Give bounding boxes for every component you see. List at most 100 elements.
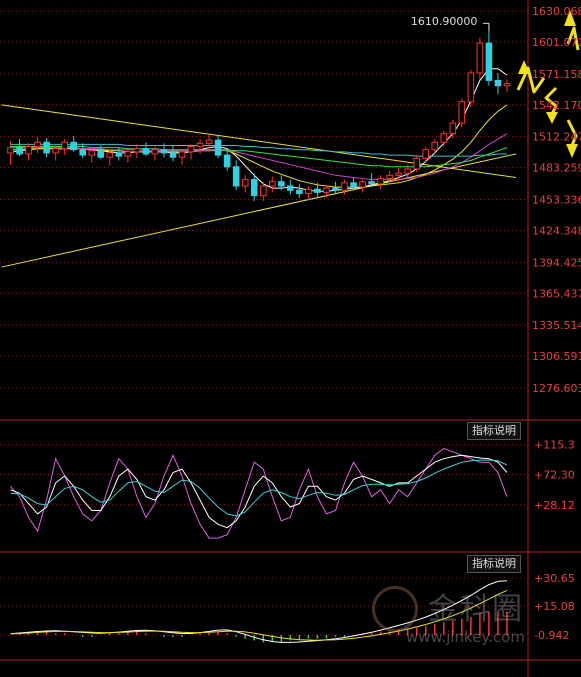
candle-body (422, 149, 430, 159)
candlestick (332, 181, 339, 195)
candle-body (70, 141, 77, 151)
candle-body (124, 151, 132, 157)
candle-body (97, 150, 105, 158)
price-axis-label: 1601.071 (532, 36, 581, 49)
candle-body (458, 101, 466, 124)
candle-body (250, 179, 258, 197)
candle-body (52, 148, 59, 154)
candle-body (413, 157, 421, 170)
chart-root: 1630.068 1601.071 1571.158 1542.170 1512.247… (0, 0, 581, 677)
candle-body (115, 152, 123, 157)
osc-axis-label: +28.12 (534, 499, 575, 512)
candle-body (61, 141, 68, 150)
macd-axis-label: +30.65 (534, 572, 575, 585)
candle-body (34, 141, 41, 148)
price-axis-label: 1335.514 (532, 319, 581, 332)
candlestick (142, 142, 150, 157)
watermark: 金科圈 www.jinkey.com (358, 578, 538, 658)
price-axis-label: 1306.591 (532, 350, 581, 363)
y-axis-labels: 1630.068 1601.071 1571.158 1542.170 1512.247… (532, 5, 581, 642)
osc-axis-label: +115.3 (534, 439, 575, 452)
watermark-brand: 金科圈 (428, 592, 524, 627)
candle-body (305, 188, 312, 194)
price-axis-label: 1483.259 (532, 162, 581, 175)
candle-body (296, 189, 303, 194)
indicator-help-button[interactable]: 指标说明 (467, 555, 521, 573)
candlestick (287, 179, 294, 195)
candle-body (7, 147, 14, 154)
candle-body (259, 185, 267, 197)
candle-body (232, 166, 240, 187)
candlestick (458, 98, 466, 128)
candle-body (440, 133, 448, 143)
candlestick (79, 143, 87, 159)
indicator-help-button[interactable]: 指标说明 (467, 422, 521, 440)
price-axis-label: 1453.336 (532, 193, 581, 206)
candle-body (377, 178, 384, 185)
panel-frames (0, 0, 581, 677)
candle-body (133, 148, 141, 153)
candle-body (503, 83, 511, 87)
candle-body (323, 187, 330, 193)
candle-body (476, 42, 484, 74)
candle-body (278, 181, 285, 187)
candlestick (34, 136, 41, 153)
arrow-head-icon (566, 144, 578, 158)
trendline (1, 104, 517, 178)
candle-body (431, 141, 439, 151)
candle-body (485, 42, 493, 81)
watermark-url: www.jinkey.com (406, 628, 525, 646)
candlestick (467, 69, 475, 108)
price-axis-label: 1276.603 (532, 382, 581, 395)
candle-body (178, 151, 186, 158)
moving-average-lines (10, 68, 508, 192)
candle-body (169, 152, 177, 158)
candlestick (187, 144, 195, 160)
candlestick (268, 176, 276, 193)
candle-body (449, 122, 457, 135)
osc-axis-label: +72.30 (534, 468, 575, 481)
price-axis-label: 1424.348 (532, 224, 581, 237)
candle-body (16, 147, 23, 155)
candle-body (368, 181, 375, 185)
candle-body (494, 79, 502, 87)
candle-body (314, 188, 321, 193)
candle-body (196, 142, 204, 148)
candlestick (214, 135, 222, 159)
peak-price-label: 1610.90000 (410, 15, 478, 29)
candlestick (305, 185, 312, 200)
candle-body (43, 141, 50, 154)
oscillator-lines (10, 447, 508, 539)
price-axis-label: 1512.247 (532, 131, 581, 144)
oscillator-line (10, 447, 508, 539)
candle-body (214, 139, 222, 156)
macd-axis-label: -0.942 (534, 629, 569, 642)
price-axis-label: 1571.158 (532, 68, 581, 81)
candlestick (296, 183, 303, 198)
candlestick (25, 143, 32, 161)
candle-body (404, 168, 411, 174)
candle-body (341, 182, 348, 191)
candlestick (16, 139, 23, 157)
stock-chart: 1630.068 1601.071 1571.158 1542.170 1512.247… (0, 0, 581, 677)
candle-body (395, 172, 402, 176)
candlestick (169, 145, 177, 162)
candle-body (268, 181, 276, 187)
candlestick (223, 149, 231, 172)
candle-body (287, 185, 294, 191)
candlestick (133, 144, 141, 159)
candlestick (61, 139, 68, 156)
candle-body (106, 152, 114, 158)
candle-body (359, 181, 366, 188)
candlestick (440, 130, 448, 147)
candle-body (241, 179, 249, 187)
macd-axis-label: +15.08 (534, 600, 575, 613)
moving-average-line (10, 68, 508, 192)
candlestick (70, 135, 77, 152)
trendline (1, 153, 517, 268)
candle-body (142, 148, 150, 155)
candle-body (88, 150, 96, 156)
oscillator-line (10, 459, 508, 517)
trendlines (1, 104, 517, 268)
price-axis-label: 1542.170 (532, 99, 581, 112)
